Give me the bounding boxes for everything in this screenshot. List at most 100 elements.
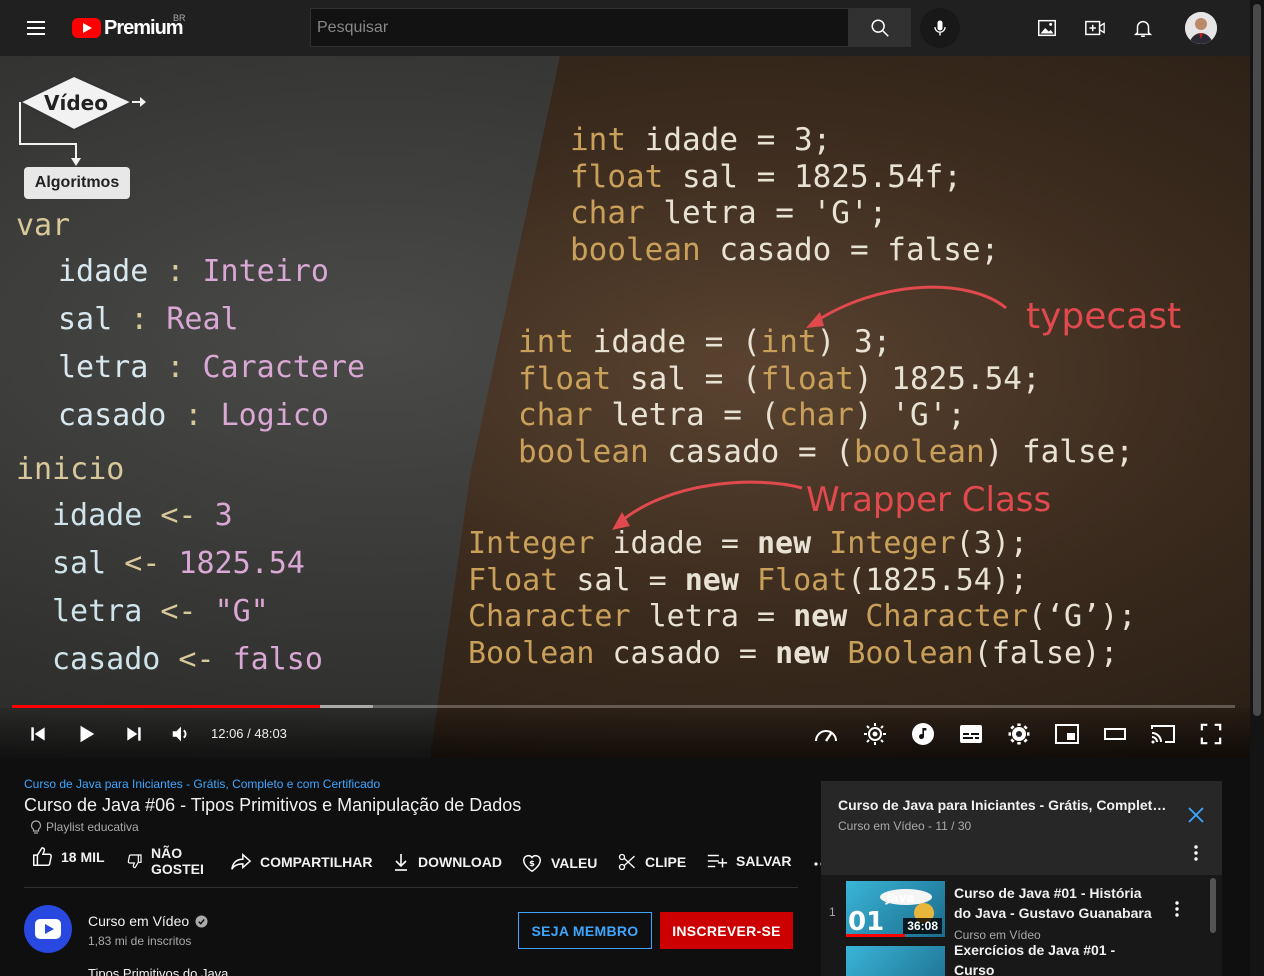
java-keyword: int: [518, 324, 574, 360]
music-icon[interactable]: [910, 721, 936, 747]
close-icon[interactable]: [1186, 805, 1206, 825]
avatar[interactable]: [1185, 12, 1217, 44]
theater-icon[interactable]: [1102, 721, 1128, 747]
java-keyword: Float: [468, 562, 559, 598]
dislike-button[interactable]: NÃO GOSTEI: [127, 845, 204, 877]
clip-button[interactable]: CLIPE: [617, 852, 686, 872]
java-code-line: float sal = (float) 1825.54;: [518, 361, 1041, 397]
playlist-item-thumbnail: Java 01 36:08: [846, 881, 945, 937]
menu-icon[interactable]: [22, 17, 50, 39]
description-preview[interactable]: Tipos Primitivos do Java: [88, 966, 228, 976]
pseudo-identifier: letra: [52, 594, 143, 629]
save-label: SALVAR: [736, 853, 792, 869]
java-token: ) false;: [984, 433, 1134, 470]
pseudo-line: idade <- 3: [52, 498, 233, 533]
java-token: letra = (: [592, 397, 780, 433]
pseudo-operator: <-: [142, 498, 215, 533]
miniplayer-icon[interactable]: [1054, 721, 1080, 747]
voice-search-button[interactable]: [920, 8, 960, 48]
bell-icon[interactable]: [1131, 16, 1155, 40]
country-code: BR: [173, 13, 186, 23]
playlist-panel: Curso de Java para Iniciantes - Grátis, …: [821, 781, 1222, 976]
video-player[interactable]: Vídeo Algoritmos var idade : Inteiro sal …: [0, 56, 1250, 758]
ambient-icon[interactable]: [862, 721, 888, 747]
create-icon[interactable]: [1083, 16, 1107, 40]
pseudo-value: Caractere: [202, 350, 366, 385]
java-new-keyword: new: [684, 562, 739, 598]
pseudo-line: casado <- falso: [52, 642, 323, 677]
previous-icon[interactable]: [25, 721, 51, 747]
typecast-label: typecast: [1026, 296, 1182, 337]
share-button[interactable]: COMPARTILHAR: [230, 852, 373, 872]
java-token: idade = 3;: [626, 122, 832, 158]
playlist-menu-icon[interactable]: [1186, 843, 1206, 863]
playlist-header: Curso de Java para Iniciantes - Grátis, …: [821, 781, 1222, 875]
curso-em-video-channel-icon: [35, 919, 61, 939]
playlist-item-index: 1: [829, 905, 836, 919]
java-keyword: Integer: [829, 526, 956, 561]
channel-name-text: Curso em Vídeo: [88, 913, 190, 929]
java-token: casado = (: [648, 433, 854, 470]
java-keyword: char: [779, 397, 854, 433]
download-button[interactable]: DOWNLOAD: [392, 852, 502, 872]
pseudo-line: letra : Caractere: [58, 350, 365, 385]
youtube-logo-icon: [72, 18, 101, 38]
thanks-button[interactable]: $ VALEU: [521, 852, 597, 874]
channel-avatar[interactable]: [24, 905, 72, 953]
page-scrollbar-thumb[interactable]: [1253, 4, 1261, 716]
playlist-title[interactable]: Curso de Java para Iniciantes - Grátis, …: [838, 797, 1168, 813]
playlist-item[interactable]: Exercícios de Java #01 - Curso: [821, 942, 1211, 976]
pseudo-line: sal : Real: [58, 302, 239, 337]
playlist-link[interactable]: Curso de Java para Iniciantes - Grátis, …: [24, 777, 380, 791]
pseudo-identifier: sal: [58, 302, 113, 337]
java-token: ) 'G';: [853, 397, 966, 433]
search-button[interactable]: [848, 8, 911, 47]
playlist-item[interactable]: 1 Java 01 36:08 Curso de Java #01 - Hist…: [821, 875, 1211, 945]
subtitles-icon[interactable]: [958, 721, 984, 747]
java-new-keyword: new: [793, 599, 848, 634]
wrapper-class-label: Wrapper Class: [806, 480, 1052, 520]
save-button[interactable]: SALVAR: [706, 852, 791, 870]
video-title: Curso de Java #06 - Tipos Primitivos e M…: [24, 795, 522, 815]
java-keyword: float: [570, 158, 664, 195]
svg-text:$: $: [529, 858, 535, 868]
pseudo-operator: <-: [106, 546, 179, 581]
logo-text: Premium: [104, 16, 184, 39]
java-token: sal = (: [611, 360, 761, 397]
volume-icon[interactable]: [168, 721, 194, 747]
cast-icon[interactable]: [1150, 721, 1176, 747]
java-token: (3);: [955, 526, 1028, 561]
playlist-item-title: Curso de Java #01 - História do Java - G…: [954, 885, 1152, 921]
next-icon[interactable]: [121, 721, 147, 747]
thumb-up-icon: [33, 847, 52, 866]
playlist-scrollbar[interactable]: [1210, 878, 1216, 933]
subscribe-button[interactable]: INSCREVER-SE: [660, 912, 793, 949]
java-keyword: boolean: [570, 231, 701, 268]
java-keyword: Character: [865, 599, 1028, 634]
java-code-line: float sal = 1825.54f;: [570, 159, 962, 195]
clip-label: CLIPE: [645, 854, 687, 870]
pseudo-value: Logico: [220, 398, 329, 433]
search-input[interactable]: [311, 9, 848, 46]
page-scrollbar[interactable]: [1250, 0, 1264, 976]
playlist-item-title: Exercícios de Java #01 - Curso: [954, 942, 1116, 976]
like-button[interactable]: 18 MIL: [31, 846, 105, 868]
channel-name[interactable]: Curso em Vídeo: [88, 913, 208, 929]
search-box[interactable]: [310, 8, 849, 47]
item-menu-icon[interactable]: [1169, 899, 1185, 919]
pseudo-identifier: idade: [58, 254, 149, 289]
java-code-line: boolean casado = (boolean) false;: [518, 434, 1134, 470]
settings-icon[interactable]: [1006, 721, 1032, 747]
java-keyword: Integer: [468, 526, 595, 561]
java-keyword: char: [518, 397, 593, 433]
java-token: [811, 526, 829, 561]
image-icon[interactable]: [1035, 16, 1059, 40]
speed-icon[interactable]: [813, 721, 839, 747]
fullscreen-icon[interactable]: [1198, 721, 1224, 747]
youtube-premium-logo[interactable]: Premium: [72, 16, 184, 40]
java-keyword: float: [518, 360, 612, 397]
join-member-button[interactable]: SEJA MEMBRO: [518, 912, 652, 949]
pseudo-value: falso: [232, 642, 323, 677]
educational-playlist-text: Playlist educativa: [46, 820, 139, 834]
play-icon[interactable]: [73, 721, 99, 747]
